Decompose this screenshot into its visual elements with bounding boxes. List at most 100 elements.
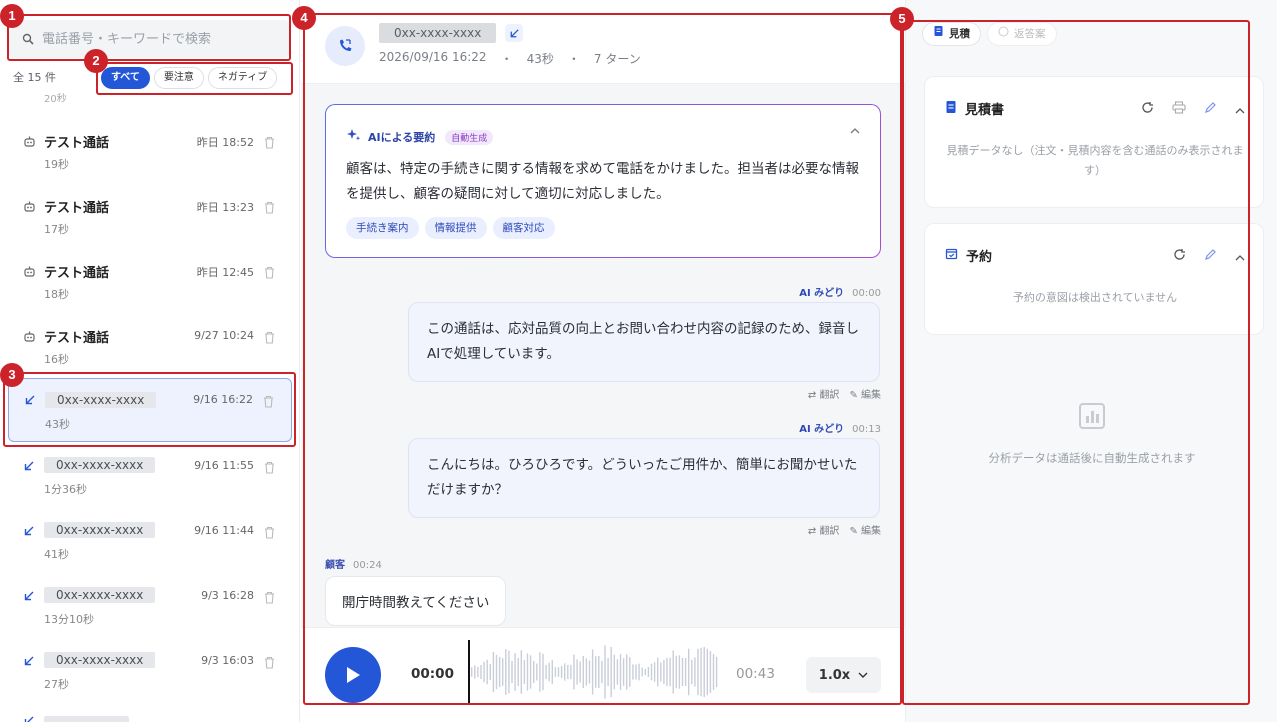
incoming-call-icon [22, 654, 36, 668]
filter-negative-chip[interactable]: ネガティブ [207, 67, 278, 89]
chevron-up-icon[interactable] [1235, 99, 1245, 118]
robot-icon [22, 199, 36, 213]
call-list-item-partial[interactable] [8, 712, 292, 722]
waveform-bar [663, 659, 665, 685]
call-list-item[interactable]: テスト通話 17秒 昨日 13:23 [8, 189, 292, 247]
waveform-bar [498, 656, 501, 688]
filter-caution-chip[interactable]: 要注意 [153, 67, 204, 89]
waveform-bar [675, 655, 677, 689]
trash-icon[interactable] [264, 199, 276, 214]
call-number: 0xx-xxxx-xxxx [45, 392, 157, 408]
waveform-bar [523, 659, 526, 685]
summary-text: 顧客は、特定の手続きに関する情報を求めて電話をかけました。担当者は必要な情報を提… [346, 161, 859, 202]
waveform-bar [529, 655, 532, 689]
waveform-bar [477, 667, 479, 677]
trash-icon[interactable] [264, 459, 276, 474]
call-title: テスト通話 [44, 201, 110, 216]
chevron-up-icon[interactable] [1235, 246, 1245, 265]
call-duration: 43秒 [45, 418, 70, 431]
call-time: 9/16 16:22 [193, 393, 253, 406]
waveform-bar [542, 653, 544, 691]
search-box[interactable] [8, 20, 290, 58]
incoming-call-icon [22, 714, 36, 722]
waveform-bar [502, 658, 504, 686]
message-speaker: AI みどり 00:13 [799, 420, 881, 435]
robot-icon [22, 329, 36, 343]
call-number: 0xx-xxxx-xxxx [44, 457, 156, 473]
call-time: 昨日 18:52 [196, 136, 254, 149]
waveform-bar [495, 654, 498, 690]
annotation-badge-1: 1 [0, 4, 24, 28]
translate-label: 翻訳 [819, 526, 840, 537]
speaker-name: AI みどり [799, 288, 845, 299]
summary-title: AIによる要約 [368, 131, 436, 144]
trash-icon[interactable] [264, 589, 276, 604]
trash-icon[interactable] [263, 393, 275, 408]
reservation-empty-message: 予約の意図は検出されていません [1012, 291, 1178, 304]
current-time[interactable]: 00:00 [411, 666, 454, 682]
calendar-icon [945, 247, 958, 264]
analysis-tabs: 見積 返答案 [922, 22, 1057, 46]
call-list-item[interactable]: テスト通話 18秒 昨日 12:45 [8, 254, 292, 312]
call-time: 昨日 13:23 [196, 201, 254, 214]
summary-tag: 顧客対応 [492, 217, 555, 239]
filter-all-chip[interactable]: すべて [101, 67, 150, 89]
waveform-bar [672, 650, 674, 694]
edit-button[interactable]: ✎ 編集 [849, 522, 881, 537]
waveform-bar [551, 660, 553, 684]
search-input[interactable] [42, 31, 262, 47]
reply-icon [998, 23, 1009, 45]
call-title: テスト通話 [44, 331, 110, 346]
waveform-bar [483, 661, 485, 683]
waveform-bar [489, 663, 491, 681]
call-list-item-selected[interactable]: 0xx-xxxx-xxxx 43秒 9/16 16:22 [8, 378, 292, 442]
call-list-item[interactable]: テスト通話 16秒 9/27 10:24 [8, 319, 292, 377]
playhead[interactable] [468, 640, 470, 704]
trash-icon[interactable] [264, 134, 276, 149]
call-duration: 1分36秒 [44, 483, 87, 496]
pencil-icon[interactable] [1204, 246, 1217, 265]
refresh-icon[interactable] [1141, 99, 1154, 118]
translate-button[interactable]: ⇄ 翻訳 [808, 386, 840, 401]
translate-button[interactable]: ⇄ 翻訳 [808, 522, 840, 537]
waveform-bar [626, 654, 628, 690]
audio-waveform[interactable] [467, 640, 719, 704]
call-number: 0xx-xxxx-xxxx [44, 587, 156, 603]
waveform-bar [579, 661, 581, 683]
collapse-chevron-icon[interactable] [850, 127, 860, 138]
tab-reply-draft[interactable]: 返答案 [987, 22, 1057, 46]
call-number: 0xx-xxxx-xxxx [44, 652, 156, 668]
call-list-item[interactable]: 0xx-xxxx-xxxx 1分36秒 9/16 11:55 [8, 449, 292, 507]
quote-card-header: 見積書 [945, 99, 1004, 118]
auto-generated-badge: 自動生成 [445, 129, 494, 145]
trash-icon[interactable] [264, 329, 276, 344]
analysis-empty-text: 分析データは通話後に自動生成されます [988, 451, 1196, 465]
play-button[interactable] [325, 647, 381, 703]
edit-button[interactable]: ✎ 編集 [849, 386, 881, 401]
annotation-badge-4: 4 [292, 6, 316, 30]
playback-speed-select[interactable]: 1.0x [806, 657, 881, 693]
waveform-bar [622, 658, 625, 686]
tab-quote[interactable]: 見積 [922, 22, 981, 46]
trash-icon[interactable] [264, 524, 276, 539]
call-list-item[interactable]: 0xx-xxxx-xxxx 41秒 9/16 11:44 [8, 514, 292, 572]
quote-empty-message: 見積データなし（注文・見積内容を含む通話のみ表示されます） [946, 144, 1244, 177]
analysis-panel: 見積 返答案 見積書 見積データなし（注文・見積内容を含む通話のみ表示されます）… [905, 0, 1277, 722]
call-list-item[interactable]: 0xx-xxxx-xxxx 27秒 9/3 16:03 [8, 644, 292, 702]
pencil-icon[interactable] [1204, 99, 1217, 118]
call-list-item[interactable]: テスト通話 19秒 昨日 18:52 [8, 124, 292, 182]
reservation-card-header: 予約 [945, 246, 992, 265]
refresh-icon[interactable] [1173, 246, 1186, 265]
call-list-item[interactable]: 0xx-xxxx-xxxx 13分10秒 9/3 16:28 [8, 579, 292, 637]
pencil-icon: ✎ [849, 526, 861, 537]
reservation-card: 予約 予約の意図は検出されていません [924, 223, 1264, 335]
waveform-bar [548, 662, 550, 682]
ai-message-bubble: こんにちは。ひろひろです。どういったご用件か、簡単にお聞かせいただけますか？ [408, 438, 880, 518]
waveform-bar [588, 660, 591, 684]
waveform-bar [480, 664, 482, 680]
trash-icon[interactable] [264, 264, 276, 279]
message-time: 00:13 [852, 424, 881, 435]
tab-label: 返答案 [1014, 28, 1046, 40]
trash-icon[interactable] [264, 654, 276, 669]
print-icon[interactable] [1172, 99, 1186, 118]
